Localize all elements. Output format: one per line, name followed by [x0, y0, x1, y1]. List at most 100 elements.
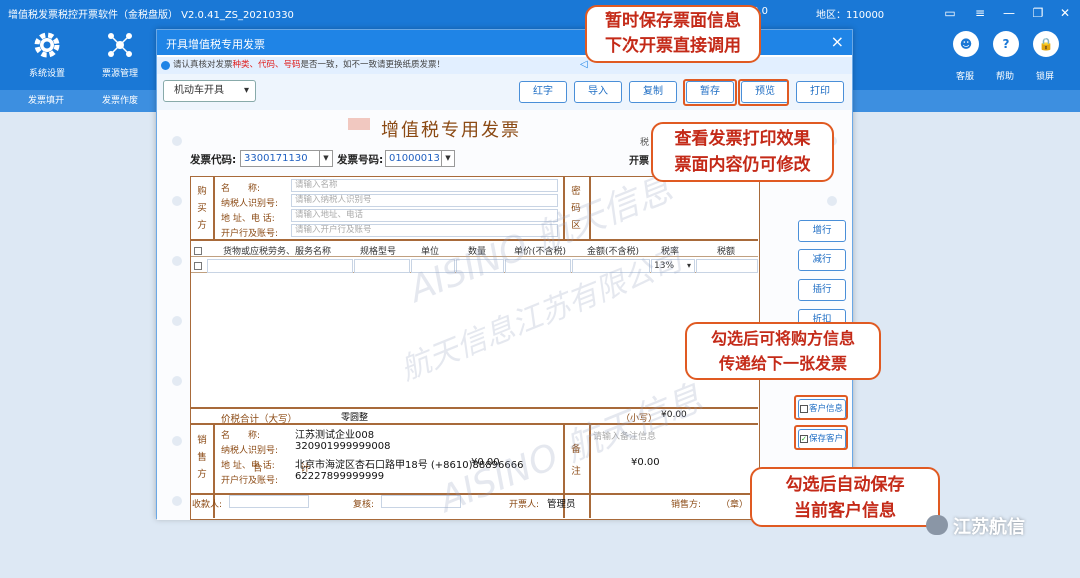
ticket-source-label: 票源管理 — [101, 69, 138, 79]
col-spec: 规格型号 — [360, 247, 397, 257]
speaker-icon[interactable]: ◁ — [580, 59, 588, 70]
system-settings-button[interactable]: 系统设置 — [7, 26, 87, 90]
invoice-type-value: 机动车开具 — [174, 85, 224, 96]
divider — [589, 424, 591, 518]
invoice-number-select[interactable]: 01000013 ▼ — [385, 150, 455, 167]
insert-row-button[interactable]: 插行 — [798, 279, 846, 301]
chevron-down-icon: ▼ — [319, 151, 332, 166]
amount-cell[interactable] — [572, 259, 650, 273]
remark-input[interactable]: 请输入备注信息 — [593, 429, 656, 442]
buyer-address-label: 地 址、电 话: — [221, 214, 275, 224]
lock-screen-button[interactable]: 🔒 锁屏 — [1025, 26, 1065, 90]
lock-screen-label: 锁屏 — [1035, 72, 1054, 82]
buyer-bank-label: 开户行及账号: — [221, 229, 279, 239]
reviewer-label: 复核: — [353, 500, 375, 510]
binding-hole — [172, 256, 182, 266]
invoice-code-select[interactable]: 3300171130 ▼ — [240, 150, 333, 167]
import-button[interactable]: 导入 — [574, 81, 622, 103]
reviewer-input[interactable] — [381, 495, 461, 508]
copy-button[interactable]: 复制 — [629, 81, 677, 103]
callout-line: 当前客户信息 — [794, 501, 896, 521]
seller-bank-value: 62227899999999 — [295, 471, 385, 482]
unit-cell[interactable] — [411, 259, 455, 273]
close-icon[interactable]: ✕ — [1052, 3, 1078, 23]
password-area-char: 区 — [571, 220, 581, 231]
network-icon — [108, 33, 132, 57]
callout-line: 勾选后可将购方信息 — [710, 329, 855, 348]
binding-hole — [172, 316, 182, 326]
select-all-checkbox[interactable] — [194, 247, 202, 255]
help-button[interactable]: ? 帮助 — [985, 26, 1025, 90]
save-customer-callout: 勾选后自动保存 当前客户信息 — [750, 467, 940, 527]
ticket-source-button[interactable]: 票源管理 — [80, 26, 160, 90]
callout-line: 查看发票打印效果 — [674, 129, 811, 149]
print-button[interactable]: 打印 — [796, 81, 844, 103]
dialog-close-icon[interactable]: × — [831, 33, 844, 51]
tax-side-label: 税 — [640, 138, 650, 148]
payee-input[interactable] — [229, 495, 309, 508]
callout-line: 下次开票直接调用 — [605, 36, 741, 56]
binding-hole — [172, 436, 182, 446]
preview-callout: 查看发票打印效果 票面内容仍可修改 — [651, 122, 834, 182]
minimize-icon[interactable]: — — [996, 3, 1022, 23]
tax-rate-select[interactable]: 13% ▾ — [651, 259, 695, 273]
brand-name: 江苏航信 — [953, 517, 1025, 538]
preview-highlight — [738, 79, 789, 106]
binding-hole — [172, 196, 182, 206]
buyer-side-char: 买 — [197, 203, 207, 214]
binding-hole — [172, 496, 182, 506]
app-title: 增值税发票税控开票软件（金税盘版） V2.0.41_ZS_20210330 — [8, 10, 294, 21]
drawer-label: 开票人: — [509, 500, 540, 510]
customer-service-label: 客服 — [955, 72, 974, 82]
seller-side-label: 销售方 — [193, 432, 211, 483]
col-tax: 税额 — [717, 247, 736, 257]
issue-date-label: 开票 — [629, 156, 649, 167]
restore-icon[interactable]: ❐ — [1025, 3, 1051, 23]
customer-info-highlight — [794, 395, 848, 420]
area-code: 地区：110000 — [816, 10, 885, 21]
tab-invoice-issue[interactable]: 发票填开 — [28, 93, 64, 109]
buyer-taxid-input[interactable]: 请输入纳税人识别号 — [291, 194, 558, 207]
buyer-name-label: 名 称: — [221, 184, 261, 194]
invoice-code-label: 发票代码: — [190, 154, 237, 166]
help-label: 帮助 — [995, 72, 1014, 82]
seal-label: （章） — [721, 500, 749, 510]
tab-invoice-void[interactable]: 发票作废 — [102, 93, 138, 109]
red-invoice-button[interactable]: 红字 — [519, 81, 567, 103]
chevron-down-icon: ▾ — [243, 85, 249, 96]
buyer-bank-input[interactable]: 请输入开户行及账号 — [291, 224, 558, 237]
spec-cell[interactable] — [354, 259, 410, 273]
password-area-char: 码 — [571, 203, 581, 214]
wechat-icon — [926, 515, 948, 535]
lower-case-label: （小写） — [621, 414, 658, 424]
seller-taxid-value: 320901999999008 — [295, 441, 391, 452]
binding-hole — [827, 196, 837, 206]
col-goods-name: 货物或应税劳务、服务名称 — [223, 247, 332, 257]
customer-service-button[interactable]: ☻ 客服 — [945, 26, 985, 90]
save-customer-highlight — [794, 425, 848, 450]
buyer-side-char: 方 — [197, 220, 207, 231]
message-icon[interactable]: ▭ — [937, 3, 963, 23]
divider — [191, 239, 758, 241]
seller-address-label: 地 址、电 话: — [221, 461, 275, 471]
goods-name-cell[interactable] — [207, 259, 353, 273]
col-quantity: 数量 — [468, 247, 487, 257]
invoice-type-dropdown[interactable]: 机动车开具 ▾ — [163, 80, 256, 102]
row-checkbox[interactable] — [194, 262, 202, 270]
remark-side-char: 注 — [571, 466, 581, 477]
tax-rate-value: 13% — [654, 261, 675, 271]
buyer-address-input[interactable]: 请输入地址、电话 — [291, 209, 558, 222]
divider — [589, 177, 591, 239]
delete-row-button[interactable]: 减行 — [798, 249, 846, 271]
total-tax: ¥0.00 — [631, 457, 660, 468]
tax-cell[interactable] — [696, 259, 758, 273]
buyer-name-input[interactable]: 请输入名称 — [291, 179, 558, 192]
quantity-cell[interactable] — [456, 259, 504, 273]
seller-side-char: 销 — [197, 435, 207, 446]
seller-name-label: 名 称: — [221, 431, 261, 441]
robot-icon: ☻ — [953, 31, 979, 57]
menu-icon[interactable]: ≡ — [967, 3, 993, 23]
col-amount: 金额(不含税) — [587, 247, 640, 257]
add-row-button[interactable]: 增行 — [798, 220, 846, 242]
unit-price-cell[interactable] — [505, 259, 571, 273]
